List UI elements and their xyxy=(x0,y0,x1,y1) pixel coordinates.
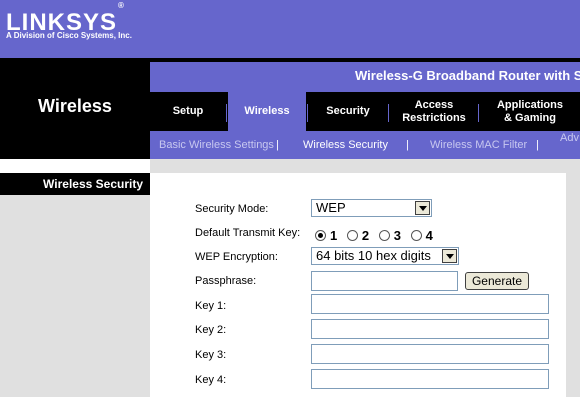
radio-label: 4 xyxy=(425,227,433,243)
key1-input[interactable] xyxy=(311,294,549,314)
tab-setup[interactable]: Setup xyxy=(150,92,226,131)
separator-band-left xyxy=(0,159,150,173)
radio-label: 2 xyxy=(361,227,370,243)
main-tabs: Setup Wireless Security Access Restricti… xyxy=(150,92,580,131)
left-panel-heading: Wireless Security xyxy=(0,173,150,195)
radio-label: 3 xyxy=(393,227,401,243)
tab-label: Security xyxy=(326,105,370,117)
key-radio-1[interactable]: 1 xyxy=(315,227,337,243)
security-mode-value: WEP xyxy=(316,200,346,215)
key4-label: Key 4: xyxy=(195,374,227,386)
tab-access-restrictions[interactable]: Access Restrictions xyxy=(390,92,478,131)
tab-label-line2: & Gaming xyxy=(504,111,556,124)
tab-label-line2: Restrictions xyxy=(402,111,466,124)
radio-button[interactable] xyxy=(315,229,326,241)
tab-label-line1: Applications xyxy=(496,98,563,111)
subtab-separator: | xyxy=(406,139,409,151)
registered-mark: ® xyxy=(118,1,124,10)
key2-label: Key 2: xyxy=(195,324,227,336)
chevron-down-icon[interactable] xyxy=(442,249,457,263)
subtab-separator: | xyxy=(536,139,539,151)
key2-input[interactable] xyxy=(311,319,549,339)
brand-subtitle: A Division of Cisco Systems, Inc. xyxy=(6,31,132,40)
subtab-basic-wireless-settings[interactable]: Basic Wireless Settings xyxy=(159,139,274,151)
tab-applications-gaming[interactable]: Applications & Gaming xyxy=(480,92,580,131)
wep-encryption-select[interactable]: 64 bits 10 hex digits xyxy=(311,247,459,265)
default-transmit-key-label: Default Transmit Key: xyxy=(195,227,301,239)
tab-divider xyxy=(388,104,389,122)
tab-divider xyxy=(478,104,479,122)
radio-button[interactable] xyxy=(346,229,358,241)
tab-divider xyxy=(226,104,227,122)
subtab-wireless-mac-filter[interactable]: Wireless MAC Filter xyxy=(430,139,527,151)
passphrase-input[interactable] xyxy=(311,271,458,291)
default-transmit-key-radios: 1 2 3 4 xyxy=(315,226,439,243)
wep-encryption-label: WEP Encryption: xyxy=(195,251,278,263)
tab-label: Wireless xyxy=(244,105,290,117)
section-label: Wireless xyxy=(38,96,112,116)
right-margin xyxy=(566,173,580,397)
brand-bar: LINKSYS® A Division of Cisco Systems, In… xyxy=(0,0,580,58)
chevron-down-icon[interactable] xyxy=(415,201,430,215)
security-mode-label: Security Mode: xyxy=(195,203,269,215)
product-bar: Wireless-G Broadband Router with Sp xyxy=(150,62,580,92)
generate-button[interactable]: Generate xyxy=(465,272,529,290)
tab-label: Setup xyxy=(172,105,204,117)
security-mode-select[interactable]: WEP xyxy=(311,199,432,217)
radio-label: 1 xyxy=(330,227,338,243)
sub-tabs: Basic Wireless Settings | Wireless Secur… xyxy=(150,131,580,159)
subtab-advanced[interactable]: Adv xyxy=(560,132,579,144)
subtab-separator: | xyxy=(276,139,279,151)
key3-label: Key 3: xyxy=(195,349,227,361)
tab-security[interactable]: Security xyxy=(308,92,388,131)
passphrase-label: Passphrase: xyxy=(195,275,257,287)
key-radio-4[interactable]: 4 xyxy=(410,227,433,243)
radio-button[interactable] xyxy=(378,229,390,241)
tab-wireless[interactable]: Wireless xyxy=(228,92,306,131)
key-radio-3[interactable]: 3 xyxy=(378,227,401,243)
key-radio-2[interactable]: 2 xyxy=(346,227,370,243)
radio-button[interactable] xyxy=(410,229,422,241)
left-panel xyxy=(0,195,150,397)
key3-input[interactable] xyxy=(311,344,549,364)
key4-input[interactable] xyxy=(311,369,549,389)
tab-label-line1: Access xyxy=(414,98,454,111)
subtab-wireless-security[interactable]: Wireless Security xyxy=(303,139,388,151)
key1-label: Key 1: xyxy=(195,300,227,312)
wep-encryption-value: 64 bits 10 hex digits xyxy=(316,248,431,263)
content-area: Security Mode: WEP Default Transmit Key:… xyxy=(150,173,580,397)
product-title: Wireless-G Broadband Router with Sp xyxy=(355,68,580,83)
